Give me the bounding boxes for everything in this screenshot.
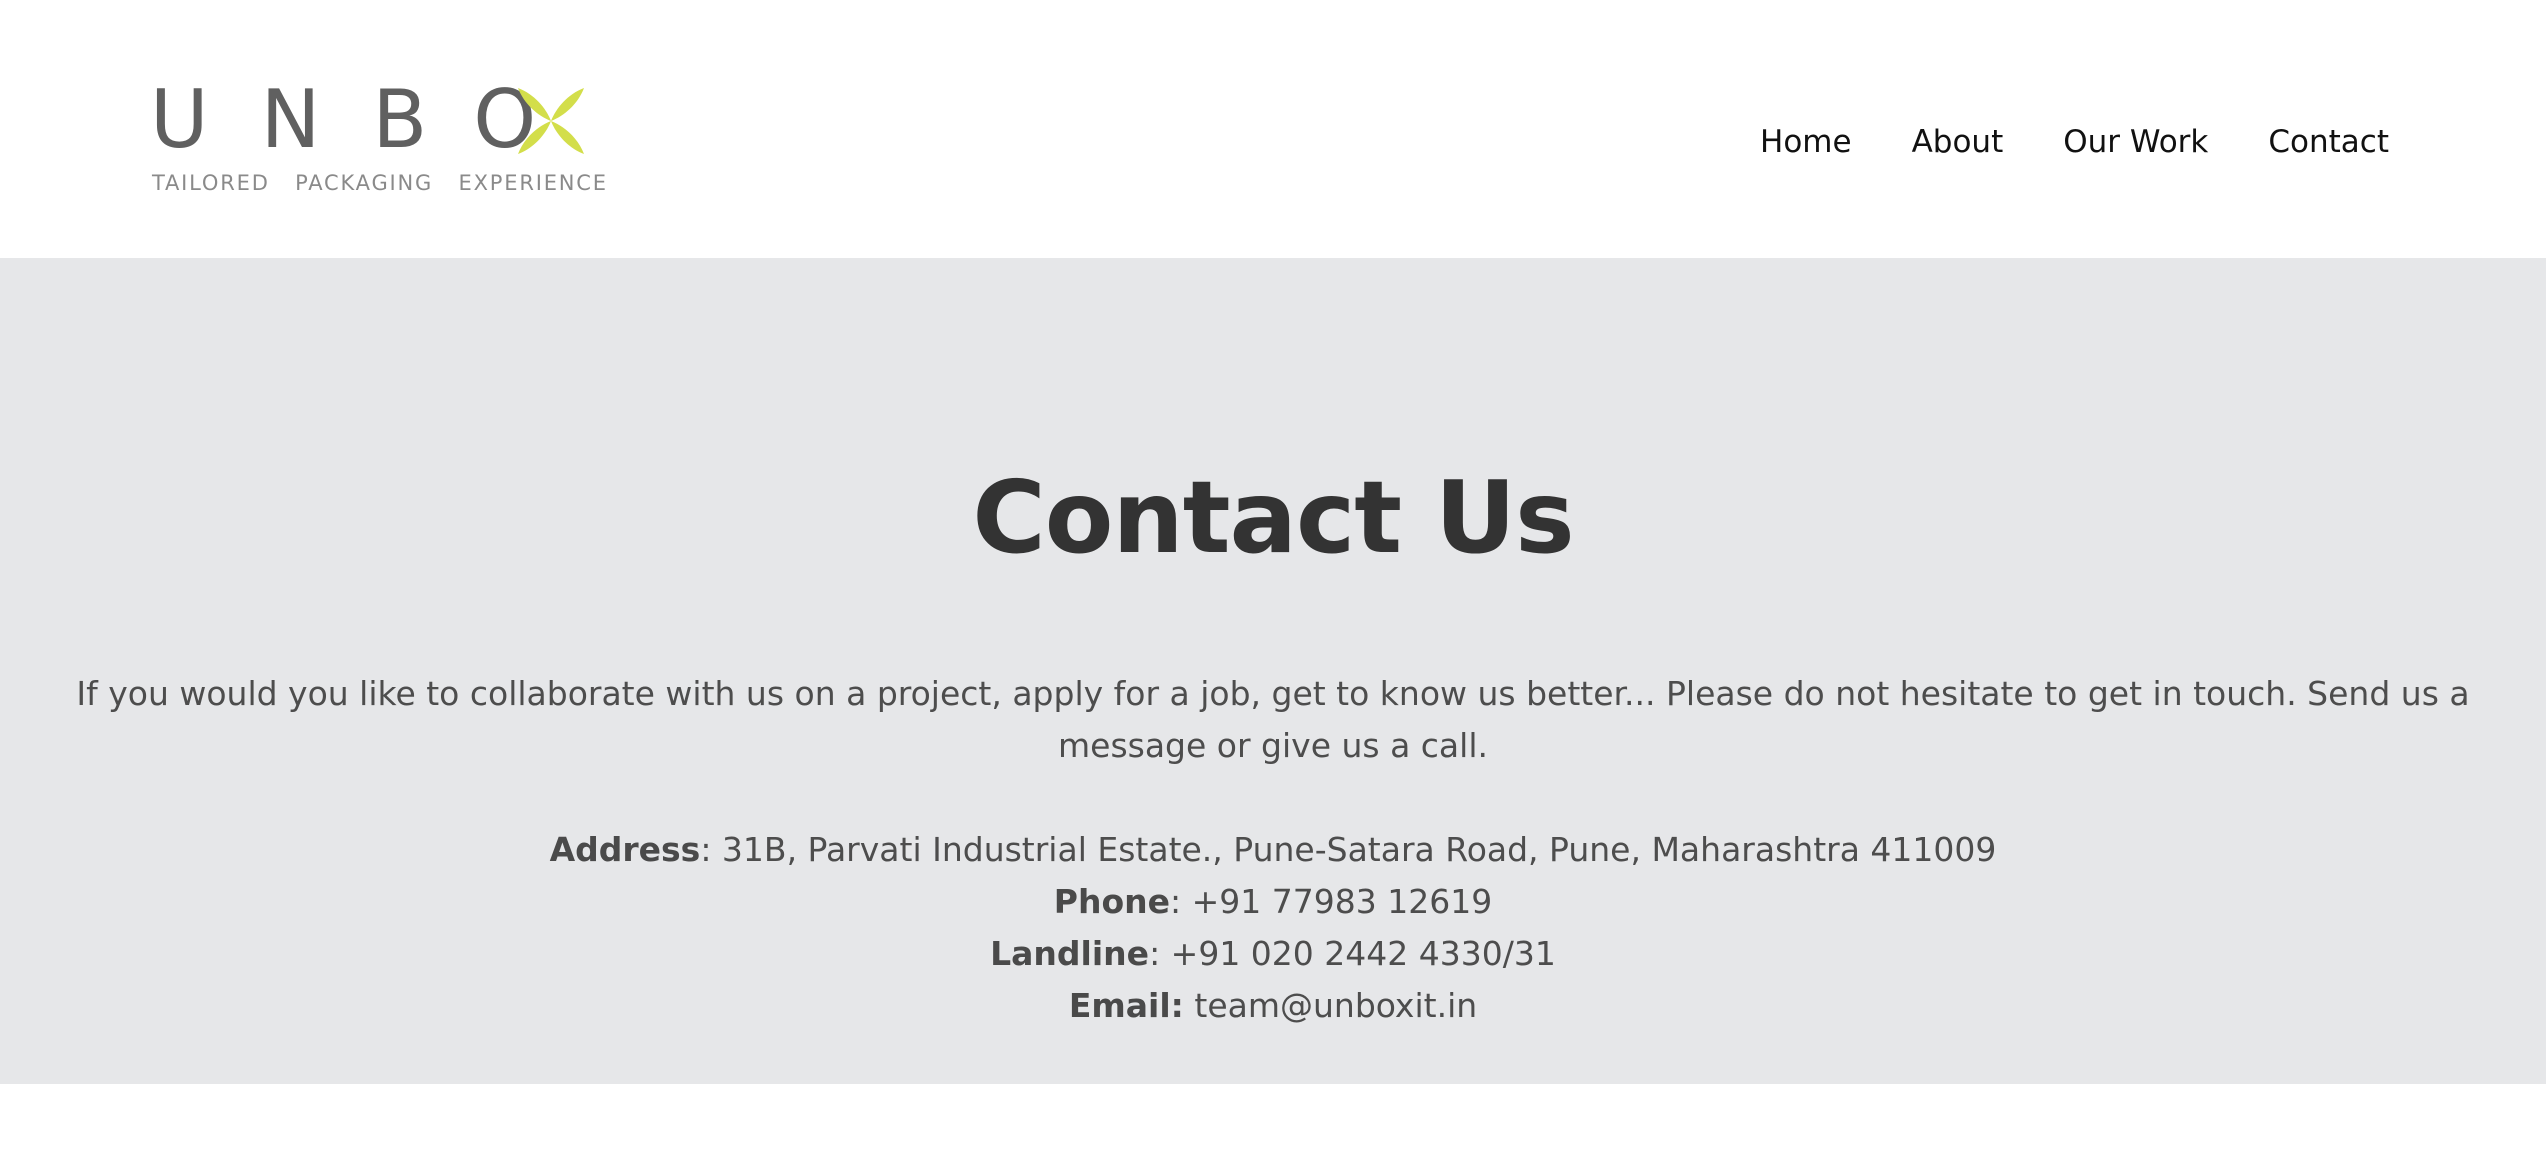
email-link[interactable]: team@unboxit.in — [1194, 986, 1477, 1025]
logo-letter-u: U — [150, 73, 209, 166]
phone-line: Phone: +91 77983 12619 — [0, 876, 2546, 928]
nav-contact-link[interactable]: Contact — [2268, 118, 2389, 166]
logo-wordmark: U N B O — [150, 73, 536, 166]
main-nav: Home About Our Work Contact — [1760, 118, 2389, 166]
four-petal-x-icon — [518, 88, 584, 154]
contact-details: Address: 31B, Parvati Industrial Estate.… — [0, 824, 2546, 1032]
landline-value: : +91 020 2442 4330/31 — [1149, 934, 1556, 973]
address-label: Address — [549, 830, 701, 869]
nav-home-link[interactable]: Home — [1760, 118, 1852, 166]
site-header: U N B O TAILORED PACKAGING EXPERIENCE Ho… — [0, 0, 2546, 258]
address-value: : 31B, Parvati Industrial Estate., Pune-… — [700, 830, 1997, 869]
nav-about-link[interactable]: About — [1912, 118, 2004, 166]
phone-label: Phone — [1053, 882, 1171, 921]
landline-label: Landline — [990, 934, 1150, 973]
contact-section: Contact Us If you would you like to coll… — [0, 258, 2546, 1084]
logo-tagline: TAILORED PACKAGING EXPERIENCE — [152, 171, 608, 195]
contact-intro-text: If you would you like to collaborate wit… — [76, 674, 2470, 765]
logo-letter-n: N — [260, 73, 321, 166]
nav-our-work-link[interactable]: Our Work — [2063, 118, 2208, 166]
email-label: Email: — [1068, 986, 1184, 1025]
page-title: Contact Us — [972, 459, 1574, 576]
landline-line: Landline: +91 020 2442 4330/31 — [0, 928, 2546, 980]
phone-value: : +91 77983 12619 — [1170, 882, 1493, 921]
email-line: Email: team@unboxit.in — [0, 980, 2546, 1032]
unbox-logo[interactable]: U N B O TAILORED PACKAGING EXPERIENCE — [150, 73, 606, 204]
address-line: Address: 31B, Parvati Industrial Estate.… — [0, 824, 2546, 876]
logo-letter-b: B — [372, 73, 428, 166]
